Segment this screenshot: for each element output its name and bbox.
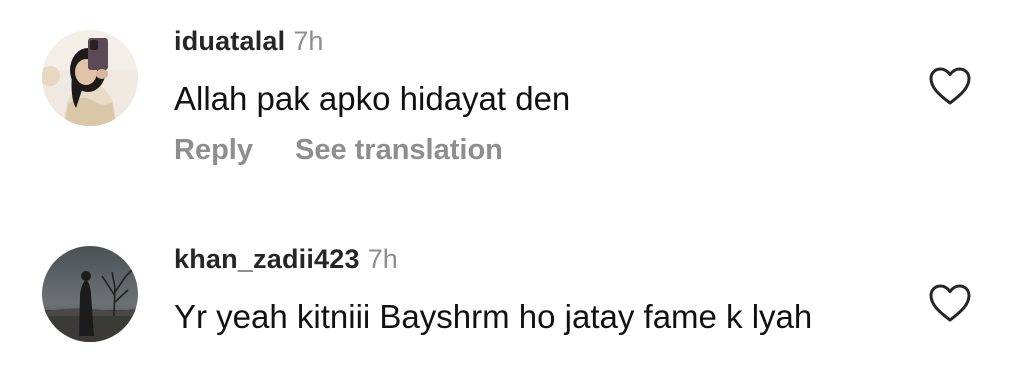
username[interactable]: iduatalal	[174, 26, 285, 56]
user-avatar[interactable]	[42, 246, 138, 342]
comment-actions: Reply See translation	[174, 134, 503, 167]
comment-text: Allah pak apko hidayat den	[174, 80, 571, 117]
see-translation-button[interactable]: See translation	[295, 134, 503, 167]
heart-outline-icon	[929, 67, 971, 105]
comment-meta: khan_zadii423 7h	[174, 246, 398, 273]
avatar-photo	[42, 246, 138, 342]
like-button[interactable]	[928, 66, 972, 106]
username[interactable]: khan_zadii423	[174, 244, 360, 274]
reply-button[interactable]: Reply	[174, 134, 253, 167]
comment-item: iduatalal 7h Allah pak apko hidayat den R…	[0, 0, 1024, 200]
comment-text: Yr yeah kitniii Bayshrm ho jatay fame k …	[174, 298, 813, 335]
timestamp: 7h	[367, 244, 398, 274]
timestamp: 7h	[293, 26, 324, 56]
comment-meta: iduatalal 7h	[174, 28, 323, 55]
like-button[interactable]	[928, 283, 972, 323]
comment-item: khan_zadii423 7h Yr yeah kitniii Bayshrm …	[0, 228, 1024, 383]
avatar-photo	[42, 30, 138, 126]
heart-outline-icon	[929, 284, 971, 322]
user-avatar[interactable]	[42, 30, 138, 126]
